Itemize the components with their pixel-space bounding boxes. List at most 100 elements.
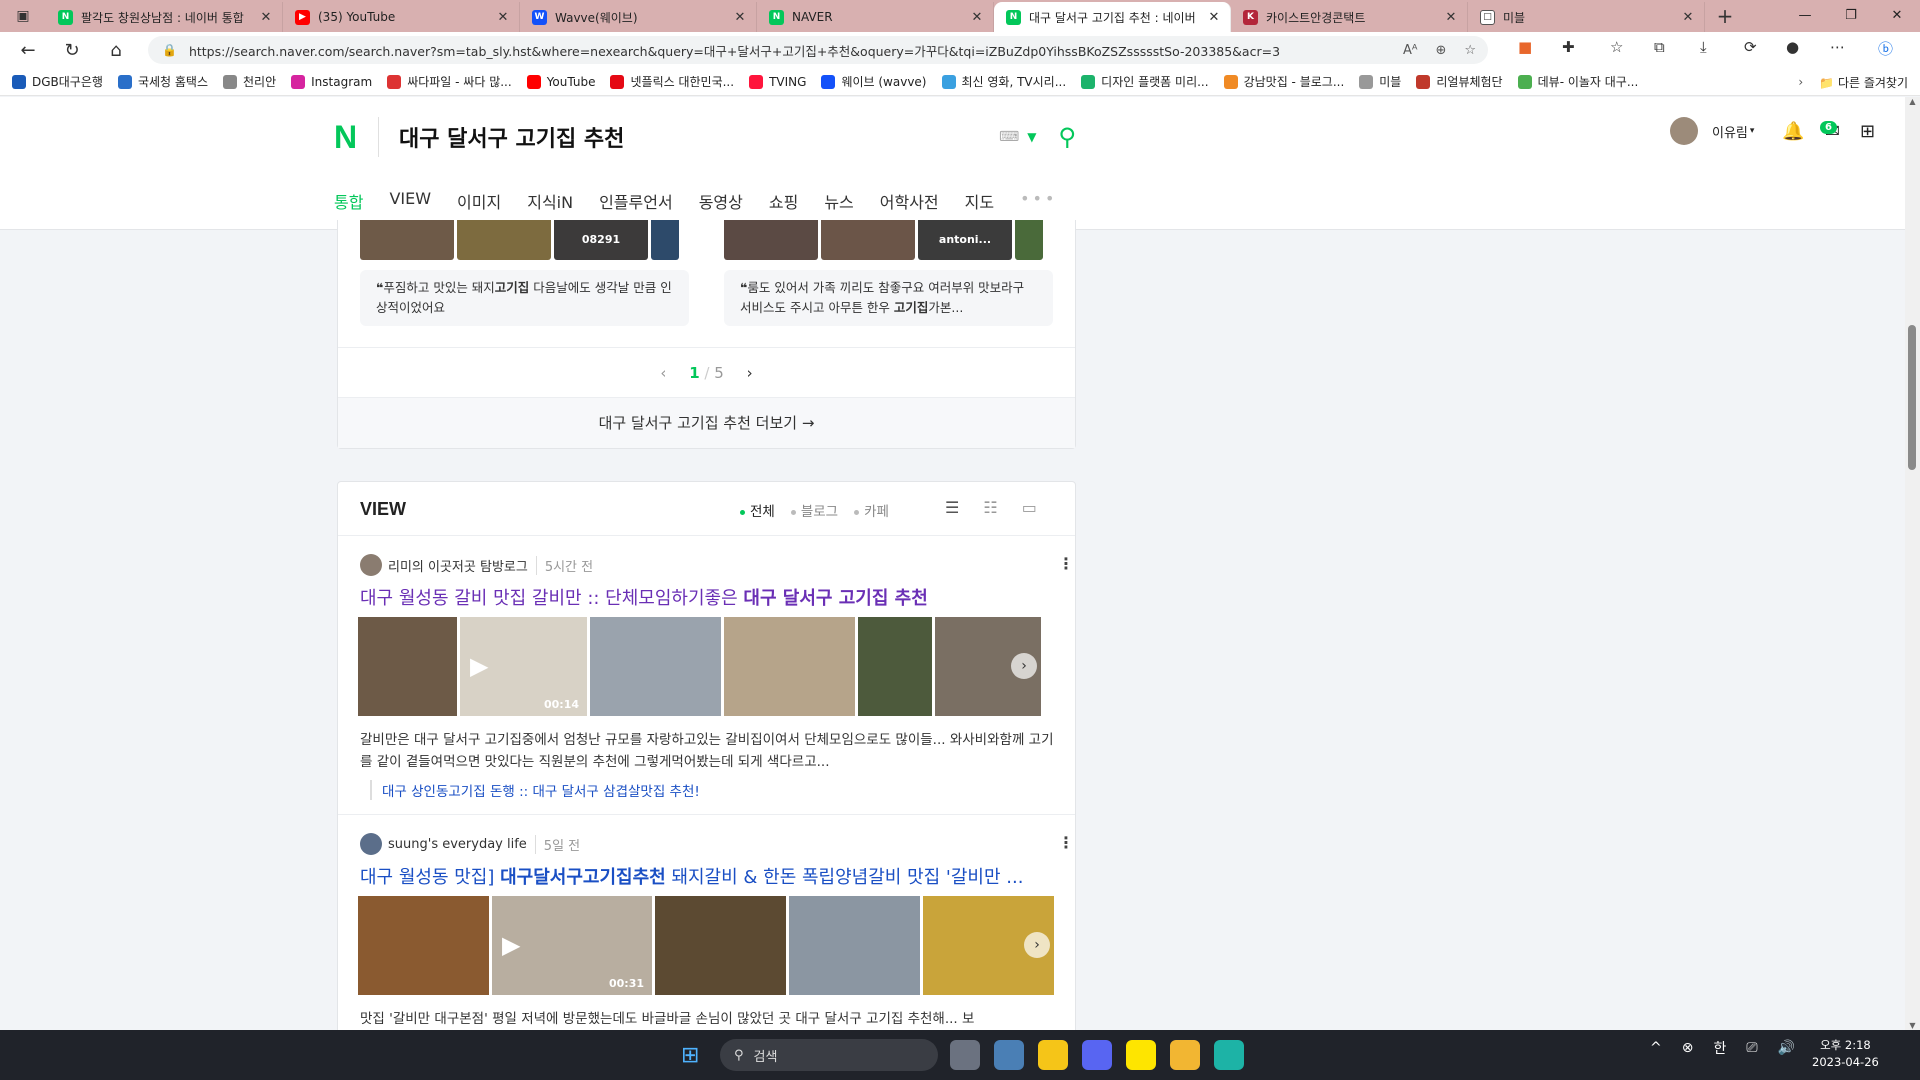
scroll-up-icon[interactable]: ▲ bbox=[1905, 97, 1920, 106]
bookmark-item[interactable]: 디자인 플랫폼 미리... bbox=[1081, 73, 1209, 90]
search-tab[interactable]: 이미지 bbox=[457, 189, 501, 213]
tab-close-icon[interactable]: ✕ bbox=[1443, 10, 1459, 25]
video-view-icon[interactable]: ▭ bbox=[1022, 498, 1037, 517]
naver-logo[interactable]: N bbox=[334, 121, 362, 153]
zoom-icon[interactable]: ⊕ bbox=[1435, 43, 1446, 58]
author-name[interactable]: 리미의 이곳저곳 탐방로그 bbox=[388, 556, 528, 575]
tab-close-icon[interactable]: ✕ bbox=[969, 10, 985, 25]
more-menu-icon[interactable]: ⋯ bbox=[1830, 38, 1845, 56]
notification-bell-icon[interactable]: 🔔 bbox=[1782, 121, 1804, 142]
thumbnail-row-left[interactable]: 08291 bbox=[360, 220, 679, 260]
next-image-icon[interactable]: › bbox=[1011, 653, 1037, 679]
search-tab[interactable]: 지도 bbox=[965, 189, 994, 213]
kakaotalk-icon[interactable] bbox=[1126, 1040, 1156, 1070]
autocomplete-toggle-icon[interactable]: ▼ bbox=[1027, 130, 1036, 144]
extension-icon[interactable]: ■ bbox=[1518, 38, 1532, 56]
bookmark-item[interactable]: YouTube bbox=[526, 74, 595, 89]
browser-tab[interactable]: W Wavve(웨이브) ✕ bbox=[520, 2, 757, 32]
browser-tab[interactable]: N 대구 달서구 고기집 추천 : 네이버 ✕ bbox=[994, 2, 1231, 32]
browser-tab[interactable]: □ 미블 ✕ bbox=[1468, 2, 1705, 32]
browser-tab[interactable]: K 카이스트안경콘택트 ✕ bbox=[1231, 2, 1468, 32]
search-input[interactable]: 대구 달서구 고기집 추천 bbox=[399, 121, 999, 153]
tab-close-icon[interactable]: ✕ bbox=[732, 10, 748, 25]
tray-overflow-icon[interactable]: ^ bbox=[1650, 1040, 1662, 1056]
search-tab[interactable]: 인플루언서 bbox=[599, 189, 673, 213]
apps-grid-icon[interactable]: ⊞ bbox=[1860, 121, 1875, 142]
discord-icon[interactable] bbox=[1082, 1040, 1112, 1070]
detail-view-icon[interactable]: ☷ bbox=[983, 498, 997, 517]
more-results-button[interactable]: 대구 달서구 고기집 추천 더보기 → bbox=[338, 397, 1075, 448]
browser-tab[interactable]: N NAVER ✕ bbox=[757, 2, 994, 32]
lock-icon[interactable]: 🔒 bbox=[162, 43, 177, 57]
search-tab[interactable]: ••• bbox=[1020, 189, 1057, 213]
downloads-icon[interactable]: ⤓ bbox=[1700, 38, 1707, 56]
post-title[interactable]: 대구 월성동 맛집] 대구달서구고기집추천 돼지갈비 & 한돈 폭립양념갈비 맛… bbox=[360, 863, 1060, 889]
search-tab[interactable]: 쇼핑 bbox=[769, 189, 798, 213]
bookmark-item[interactable]: 강남맛집 - 블로그... bbox=[1223, 73, 1344, 90]
search-box[interactable]: 대구 달서구 고기집 추천 ⌨ ▼ ⚲ bbox=[378, 117, 1084, 157]
bookmark-item[interactable]: 미블 bbox=[1359, 73, 1401, 90]
browser-tab[interactable]: ▶ (35) YouTube ✕ bbox=[283, 2, 520, 32]
profile-icon[interactable]: ● bbox=[1786, 38, 1799, 56]
prev-page-icon[interactable]: ‹ bbox=[660, 364, 666, 382]
bookmark-item[interactable]: Instagram bbox=[291, 74, 372, 89]
bookmark-item[interactable]: DGB대구은행 bbox=[12, 73, 103, 90]
post-description[interactable]: 갈비만은 대구 달서구 고기집중에서 엄청난 규모를 자랑하고있는 갈비집이여서… bbox=[360, 729, 1060, 773]
settings-app-icon[interactable] bbox=[994, 1040, 1024, 1070]
list-view-icon[interactable]: ☰ bbox=[945, 498, 959, 517]
new-tab-button[interactable]: + bbox=[1705, 2, 1745, 32]
browser-tab[interactable]: N 팔각도 창원상남점 : 네이버 통합 ✕ bbox=[46, 2, 283, 32]
review-quote[interactable]: ❝룸도 있어서 가족 끼리도 참좋구요 여러부위 맛보라구 서비스도 주시고 아… bbox=[724, 270, 1053, 326]
search-tab[interactable]: 뉴스 bbox=[824, 189, 853, 213]
more-options-icon[interactable]: ⋮ bbox=[1058, 554, 1074, 573]
close-window-icon[interactable]: ✕ bbox=[1874, 0, 1920, 32]
read-aloud-icon[interactable]: Aᴬ bbox=[1403, 43, 1418, 58]
more-options-icon[interactable]: ⋮ bbox=[1058, 833, 1074, 852]
bookmark-item[interactable]: 웨이브 (wavve) bbox=[821, 73, 927, 90]
back-icon[interactable]: ← bbox=[6, 40, 50, 61]
scrollbar-thumb[interactable] bbox=[1908, 325, 1916, 470]
ime-indicator[interactable]: 한 bbox=[1713, 1038, 1726, 1058]
search-tab[interactable]: 지식iN bbox=[527, 189, 573, 213]
collections-icon[interactable]: ⧉ bbox=[1654, 38, 1665, 56]
next-page-icon[interactable]: › bbox=[747, 364, 753, 382]
system-clock[interactable]: 오후 2:18 2023-04-26 bbox=[1812, 1037, 1879, 1071]
bookmark-item[interactable]: 싸다파일 - 싸다 많... bbox=[387, 73, 512, 90]
other-favorites[interactable]: 📁 다른 즐겨찾기 bbox=[1819, 74, 1908, 91]
windows-start-icon[interactable]: ⊞ bbox=[681, 1043, 699, 1068]
filter-all[interactable]: 전체 bbox=[740, 500, 775, 520]
author-avatar[interactable] bbox=[360, 554, 382, 576]
search-tab[interactable]: 통합 bbox=[334, 189, 363, 213]
filter-blog[interactable]: 블로그 bbox=[790, 500, 838, 520]
search-tab[interactable]: 동영상 bbox=[699, 189, 743, 213]
thumbnail-row-right[interactable]: antoni... bbox=[724, 220, 1043, 260]
user-menu-caret-icon[interactable]: ▾ bbox=[1750, 126, 1755, 136]
author-name[interactable]: suung's everyday life bbox=[388, 837, 527, 852]
tab-close-icon[interactable]: ✕ bbox=[258, 10, 274, 25]
tab-close-icon[interactable]: ✕ bbox=[495, 10, 511, 25]
bookmark-item[interactable]: 최신 영화, TV시리... bbox=[941, 73, 1066, 90]
review-quote[interactable]: ❝푸짐하고 맛있는 돼지고기집 다음날에도 생각날 만큼 인상적이었어요 bbox=[360, 270, 689, 326]
tab-close-icon[interactable]: ✕ bbox=[1206, 10, 1222, 25]
minimize-icon[interactable]: — bbox=[1782, 0, 1828, 32]
scroll-down-icon[interactable]: ▼ bbox=[1905, 1021, 1920, 1030]
task-view-icon[interactable] bbox=[950, 1040, 980, 1070]
edge-browser-icon[interactable] bbox=[1214, 1040, 1244, 1070]
tab-close-icon[interactable]: ✕ bbox=[1680, 10, 1696, 25]
volume-icon[interactable]: 🔊 bbox=[1778, 1040, 1795, 1056]
restore-icon[interactable]: ❐ bbox=[1828, 0, 1874, 32]
keyboard-icon[interactable]: ⌨ bbox=[999, 129, 1019, 145]
bookmark-item[interactable]: 리얼뷰체험단 bbox=[1416, 73, 1503, 90]
page-scrollbar[interactable]: ▲ ▼ bbox=[1905, 97, 1920, 1030]
bookmark-item[interactable]: 천리안 bbox=[223, 73, 276, 90]
bookmark-item[interactable]: 넷플릭스 대한민국... bbox=[610, 73, 734, 90]
refresh-icon[interactable]: ↻ bbox=[50, 40, 94, 61]
bing-copilot-icon[interactable]: ⓑ bbox=[1878, 38, 1893, 59]
extensions-puzzle-icon[interactable]: ✚ bbox=[1562, 38, 1575, 56]
home-icon[interactable]: ⌂ bbox=[94, 40, 138, 61]
avatar[interactable] bbox=[1670, 117, 1698, 145]
user-name[interactable]: 이유림 bbox=[1712, 122, 1748, 141]
play-icon[interactable]: ▶ bbox=[470, 652, 488, 680]
search-tab[interactable]: 어학사전 bbox=[880, 189, 939, 213]
post-title[interactable]: 대구 월성동 갈비 맛집 갈비만 :: 단체모임하기좋은 대구 달서구 고기집 … bbox=[360, 584, 1060, 610]
